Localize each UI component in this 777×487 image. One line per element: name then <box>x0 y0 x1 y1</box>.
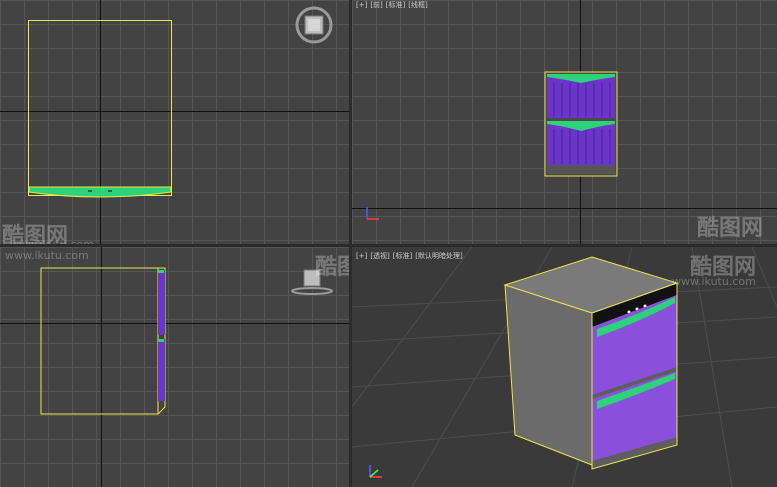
axis-gizmo-icon <box>366 207 379 220</box>
grid-axis-horizontal <box>352 208 777 209</box>
watermark-url: www.ikutu.com <box>5 249 89 262</box>
handle-strip-top-view <box>28 186 172 198</box>
view-cube-icon[interactable] <box>294 5 334 45</box>
axis-gizmo-icon <box>369 465 382 478</box>
watermark-url: www.ikutu.com <box>10 238 94 244</box>
watermark-logo: 酷图网 <box>697 216 764 241</box>
viewport-perspective[interactable]: [+] [透视] [标准] [默认明暗处理] 酷图网 www.ikutu.com <box>352 247 777 487</box>
viewport-left[interactable]: www.ikutu.com 酷图网 <box>0 247 349 487</box>
view-cube-icon[interactable] <box>290 267 334 297</box>
cabinet-front-view[interactable] <box>544 71 618 177</box>
viewport-label-perspective[interactable]: [+] [透视] [标准] [默认明暗处理] <box>356 251 466 261</box>
watermark-logo: 酷图网 <box>2 224 69 244</box>
cabinet-top-view[interactable] <box>28 20 172 196</box>
viewport-label-front[interactable]: [+] [前] [标准] [线框] <box>356 0 431 10</box>
viewport-front[interactable]: [+] [前] [标准] [线框] 酷图网 <box>352 0 777 244</box>
cabinet-perspective-view[interactable] <box>497 255 687 480</box>
cabinet-left-view[interactable] <box>40 267 170 417</box>
viewport-top[interactable]: 酷图网 www.ikutu.com <box>0 0 349 244</box>
